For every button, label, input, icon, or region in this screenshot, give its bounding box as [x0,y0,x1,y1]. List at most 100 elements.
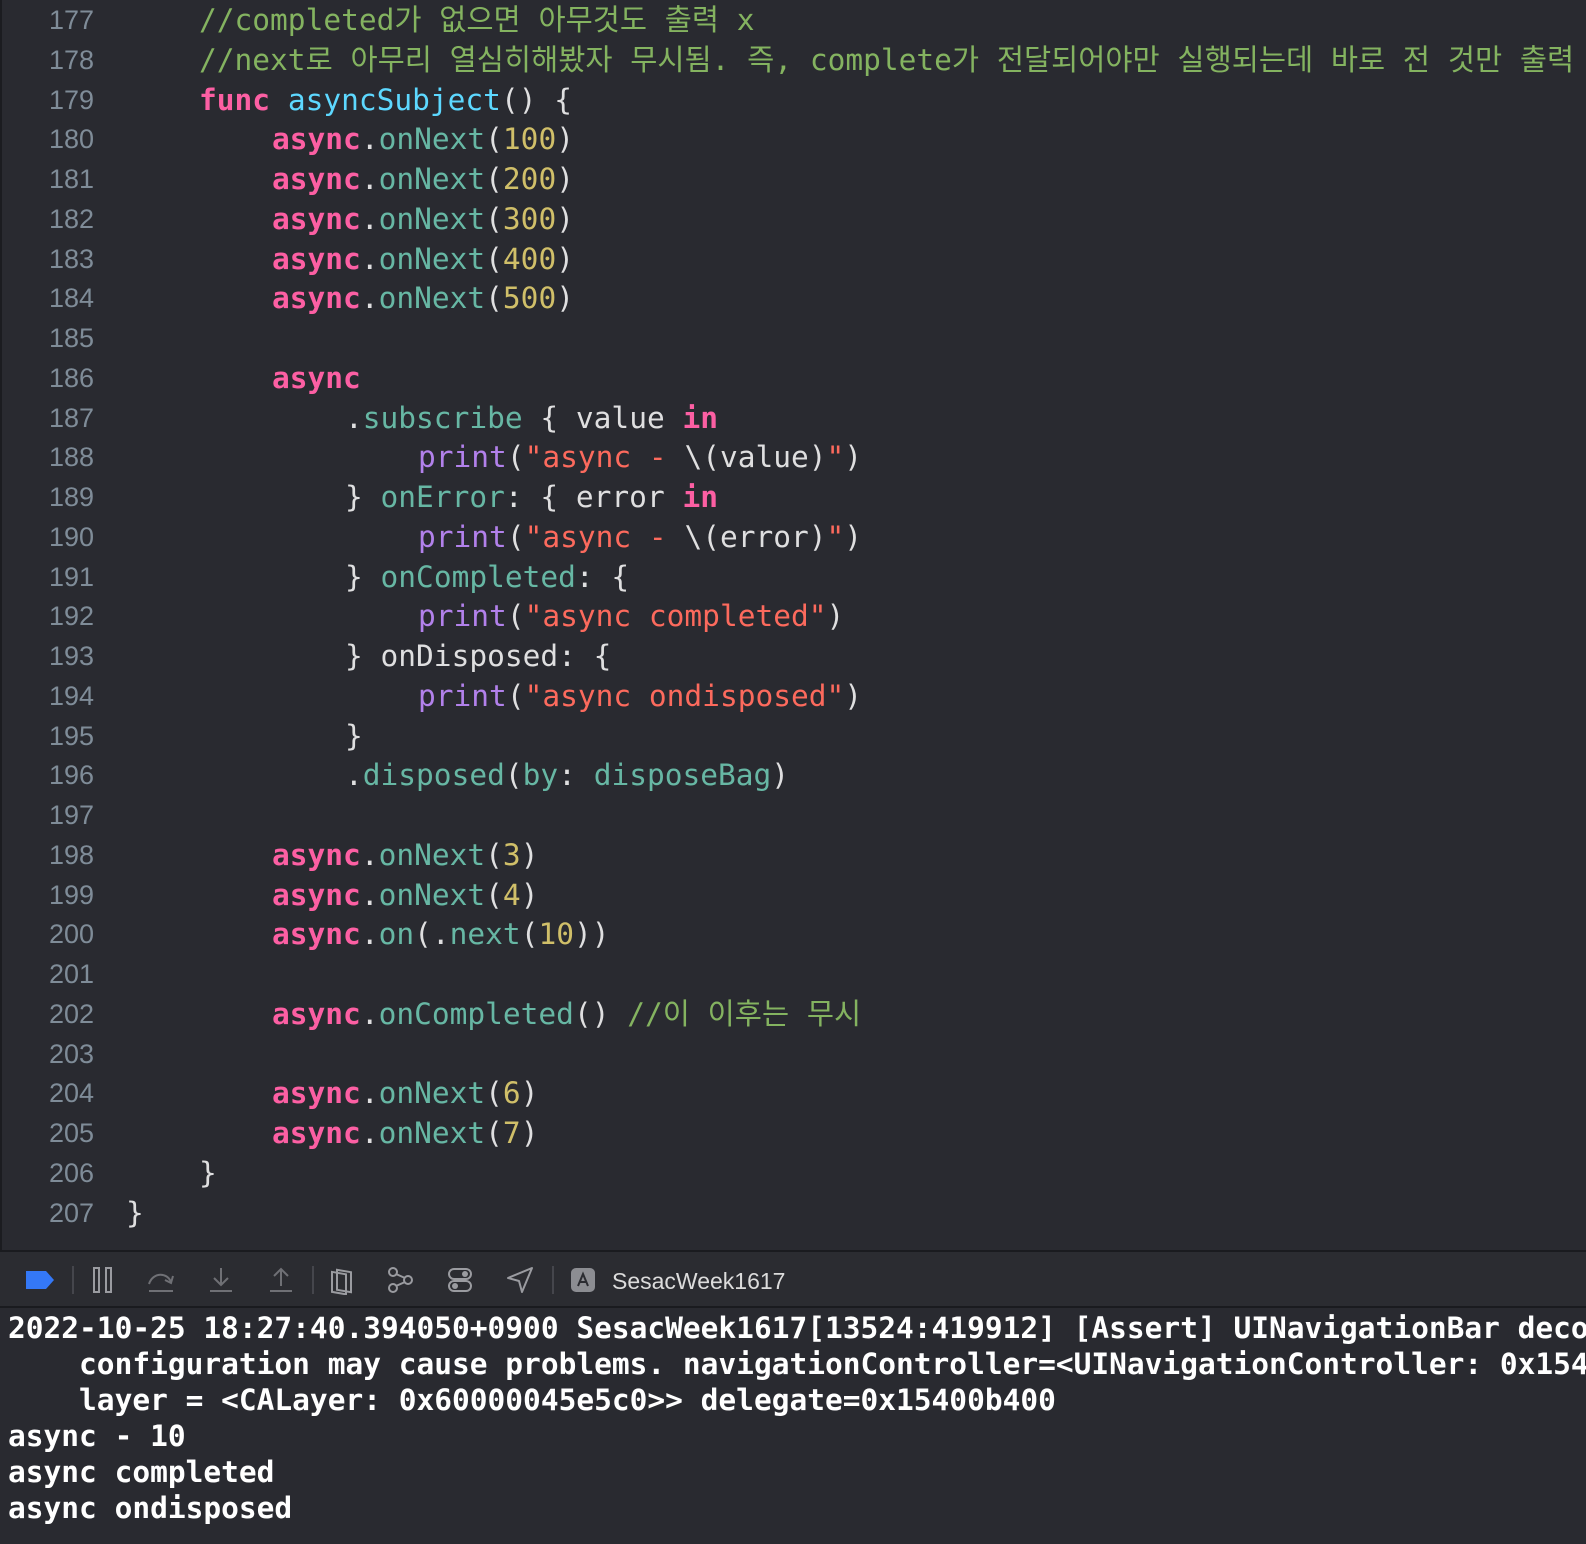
code-line[interactable]: 187 .subscribe { value in [2,398,1586,438]
code-line[interactable]: 204 async.onNext(6) [2,1073,1586,1113]
scheme-label[interactable]: SesacWeek1617 [612,1266,785,1296]
code-text: } onDisposed: { [345,636,611,676]
code-line[interactable]: 202 async.onCompleted() //이 이후는 무시 [2,994,1586,1034]
code-token: subscribe [362,400,523,435]
code-line[interactable]: 194 print("async ondisposed") [2,676,1586,716]
code-token: ( [485,122,503,157]
code-token: //next로 아무리 열심히해봤자 무시됨. 즉, complete가 전달되… [199,42,1575,77]
code-token: } onDisposed: { [345,639,612,673]
code-line[interactable]: 193} onDisposed: { [2,636,1586,676]
code-line[interactable]: 207} [2,1193,1586,1233]
line-number: 184 [48,283,94,314]
line-number: 199 [48,879,94,910]
code-token: ( [520,917,539,952]
breakpoint-toggle-icon[interactable] [24,1264,56,1296]
code-token: ) [771,758,790,793]
code-text: //next로 아무리 열심히해봤자 무시됨. 즉, complete가 전달되… [199,40,1574,80]
code-token: "async ondisposed" [524,678,845,713]
code-token: async [272,162,361,196]
code-token: ( [504,758,523,793]
pause-icon[interactable] [88,1264,118,1296]
line-number: 187 [48,402,94,433]
code-token: { value [522,400,683,435]
line-number: 205 [48,1118,94,1148]
code-line[interactable]: 196 .disposed(by: disposeBag) [2,755,1586,795]
code-line[interactable]: 188 print("async - \(value)") [2,437,1586,477]
code-line[interactable]: 195} [2,716,1586,756]
code-line[interactable]: 185 [2,318,1586,358]
code-token: next [449,917,521,952]
location-icon[interactable] [504,1264,536,1296]
code-token: onCompleted [378,996,574,1031]
code-line[interactable]: 189} onError: { error in [2,477,1586,517]
code-token: disposeBag [593,758,772,793]
code-token: ) [826,599,845,634]
code-line[interactable]: 192 print("async completed") [2,596,1586,636]
code-line[interactable]: 182 async.onNext(300) [2,199,1586,239]
code-line[interactable]: 206} [2,1153,1586,1193]
code-token: onNext [378,122,486,157]
code-token: onNext [378,241,486,276]
code-line[interactable]: 184 async.onNext(500) [2,278,1586,318]
code-token: by [522,758,559,793]
code-token: " [826,519,845,554]
app-icon[interactable] [568,1264,598,1296]
code-line[interactable]: 199 async.onNext(4) [2,875,1586,915]
code-token: "async - [524,440,685,475]
console-line: async - 10 [8,1419,186,1453]
code-text: async.onNext(6) [272,1073,538,1113]
code-line[interactable]: 198 async.onNext(3) [2,835,1586,875]
code-text: async.onNext(7) [272,1113,538,1153]
code-token: . [360,122,379,157]
code-token: () { [500,82,572,117]
code-token: . [360,241,379,276]
code-line[interactable]: 180 async.onNext(100) [2,119,1586,159]
console-line: layer = <CALayer: 0x60000045e5c0>> deleg… [8,1383,1056,1417]
line-number: 197 [48,800,94,830]
line-number: 203 [48,1038,94,1069]
step-over-icon[interactable] [144,1264,178,1296]
step-into-icon[interactable] [206,1264,236,1296]
code-line[interactable]: 177 //completed가 없으면 아무것도 출력 x [2,0,1586,40]
code-token: } [345,718,363,753]
code-line[interactable]: 203 [2,1034,1586,1074]
code-line[interactable]: 197 [2,795,1586,835]
code-token: (. [414,917,450,952]
code-line[interactable]: 178 //next로 아무리 열심히해봤자 무시됨. 즉, complete가 … [2,40,1586,80]
code-token: onNext [378,201,486,236]
code-token: ) [844,440,863,475]
view-hierarchy-icon[interactable] [326,1264,358,1296]
code-line[interactable]: 181 async.onNext(200) [2,159,1586,199]
debug-console[interactable]: 2022-10-25 18:27:40.394050+0900 SesacWee… [0,1308,1586,1544]
console-line: async completed [8,1455,275,1489]
step-out-icon[interactable] [266,1264,296,1296]
code-token: 6 [502,1076,521,1111]
code-token: )) [573,917,610,952]
code-token: . [360,996,379,1031]
code-line[interactable]: 183 async.onNext(400) [2,239,1586,279]
code-line[interactable]: 201 [2,954,1586,994]
code-text: print("async - \(value)") [418,437,862,477]
code-token: //이 이후는 무시 [627,996,862,1031]
code-line[interactable]: 179 func asyncSubject() { [2,80,1586,120]
source-editor[interactable]: 177 //completed가 없으면 아무것도 출력 x 178 //next로 … [0,0,1586,1250]
code-line[interactable]: 186 async [2,358,1586,398]
environment-overrides-icon[interactable] [444,1264,476,1296]
code-line[interactable]: 200 async.on(.next(10)) [2,914,1586,954]
code-token: \(value) [684,440,827,475]
code-token: 500 [502,281,557,316]
memory-graph-icon[interactable] [384,1264,416,1296]
code-line[interactable]: 190 print("async - \(error)") [2,517,1586,557]
code-token: ) [556,122,574,157]
code-line[interactable]: 191} onCompleted: { [2,557,1586,597]
code-text: } onCompleted: { [345,557,629,597]
console-line: 2022-10-25 18:27:40.394050+0900 SesacWee… [8,1311,1586,1345]
line-number: 198 [48,839,94,870]
code-token: ) [556,201,574,236]
code-token: . [360,281,379,316]
line-number: 201 [48,959,94,989]
code-text: async.onNext(500) [272,278,574,318]
code-text: async.onNext(4) [272,875,538,915]
code-token: ) [556,162,574,196]
code-line[interactable]: 205 async.onNext(7) [2,1113,1586,1153]
